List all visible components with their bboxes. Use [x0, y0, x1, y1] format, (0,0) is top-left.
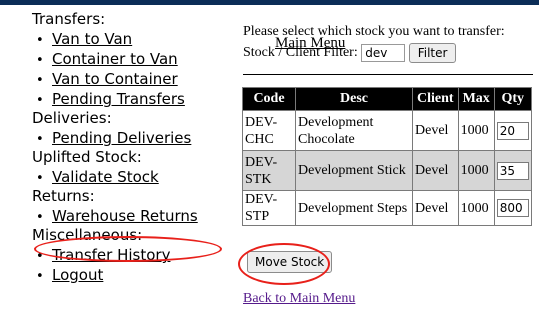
bullet: •	[36, 73, 44, 88]
back-to-main-menu-link[interactable]: Back to Main Menu	[243, 291, 355, 307]
code-cell: DEV-STK	[242, 150, 296, 191]
max-cell: 1000	[457, 110, 495, 151]
stock-client-filter-input[interactable]	[361, 43, 406, 62]
column-header-code: Code	[242, 87, 296, 111]
column-header-max: Max	[457, 87, 495, 111]
bullet: •	[36, 269, 44, 284]
container-to-van-link[interactable]: Container to Van	[52, 50, 178, 68]
qty-cell	[493, 110, 532, 151]
desc-cell: Development Chocolate	[295, 110, 413, 151]
returns-heading: Returns:	[32, 187, 95, 205]
uplifted-stock-heading: Uplifted Stock:	[32, 148, 142, 166]
divider	[243, 74, 533, 75]
sidebar-item-pending-deliveries: • Pending Deliveries	[30, 128, 230, 148]
stock-table: Code Desc Client Max Qty DEV-CHC Develop…	[242, 87, 532, 226]
bullet: •	[36, 210, 44, 225]
van-to-container-link[interactable]: Van to Container	[52, 70, 178, 88]
transfer-panel: Please select which stock you want to tr…	[243, 24, 505, 65]
qty-input[interactable]	[496, 121, 529, 140]
code-cell: DEV-CHC	[242, 110, 296, 151]
bullet: •	[36, 53, 44, 68]
filter-button[interactable]: Filter	[408, 42, 457, 63]
sidebar-item-warehouse-returns: • Warehouse Returns	[30, 206, 230, 226]
client-cell: Devel	[412, 110, 459, 151]
qty-cell	[493, 190, 532, 226]
desc-cell: Development Steps	[295, 190, 413, 226]
bullet: •	[36, 171, 44, 186]
code-cell: DEV-STP	[242, 190, 296, 226]
warehouse-returns-link[interactable]: Warehouse Returns	[52, 207, 198, 225]
bullet: •	[36, 33, 44, 48]
bullet: •	[36, 93, 44, 108]
table-header-row: Code Desc Client Max Qty	[242, 87, 532, 111]
warehouse-returns-highlight-ring	[34, 236, 222, 262]
pending-deliveries-link[interactable]: Pending Deliveries	[52, 129, 191, 147]
validate-stock-link[interactable]: Validate Stock	[52, 168, 159, 186]
top-bar	[0, 0, 539, 5]
qty-cell	[493, 150, 532, 191]
max-cell: 1000	[457, 190, 495, 226]
qty-input[interactable]	[496, 161, 529, 180]
filter-row: Stock / Client Filter: Filter	[243, 41, 505, 65]
sidebar-item-van-to-van: • Van to Van	[30, 29, 230, 49]
client-cell: Devel	[412, 150, 459, 191]
sidebar-item-container-to-van: • Container to Van	[30, 49, 230, 69]
bullet: •	[36, 132, 44, 147]
logout-link[interactable]: Logout	[52, 266, 103, 284]
deliveries-heading: Deliveries:	[32, 109, 112, 127]
sidebar-item-pending-transfers: • Pending Transfers	[30, 89, 230, 109]
client-cell: Devel	[412, 190, 459, 226]
max-cell: 1000	[457, 150, 495, 191]
instruction-text: Please select which stock you want to tr…	[243, 24, 505, 39]
column-header-qty: Qty	[493, 87, 532, 111]
pending-transfers-link[interactable]: Pending Transfers	[52, 90, 185, 108]
sidebar-item-logout: • Logout	[30, 265, 230, 285]
transfers-heading: Transfers:	[32, 10, 106, 28]
move-stock-highlight-ring	[238, 243, 330, 285]
table-row: DEV-STP Development Steps Devel 1000	[242, 190, 532, 226]
column-header-desc: Desc	[295, 87, 413, 111]
qty-input[interactable]	[496, 199, 529, 217]
sidebar-item-validate-stock: • Validate Stock	[30, 167, 230, 187]
table-row: DEV-STK Development Stick Devel 1000	[242, 150, 532, 191]
van-to-van-link[interactable]: Van to Van	[52, 30, 132, 48]
sidebar-item-van-to-container: • Van to Container	[30, 69, 230, 89]
table-row: DEV-CHC Development Chocolate Devel 1000	[242, 110, 532, 151]
filter-label: Stock / Client Filter:	[243, 45, 358, 60]
desc-cell: Development Stick	[295, 150, 413, 191]
column-header-client: Client	[412, 87, 459, 111]
